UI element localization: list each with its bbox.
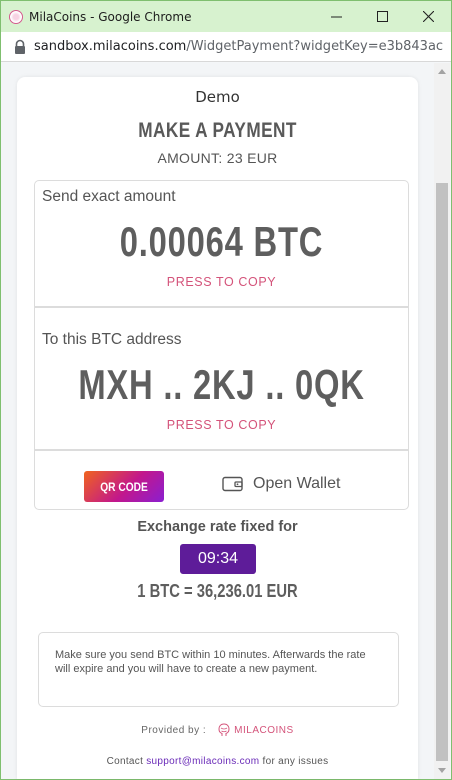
qr-code-button-label: QR CODE [100,479,148,494]
close-icon [422,11,434,22]
url-path: /WidgetPayment?widgetKey=e3b843ac... [186,39,444,54]
fiat-amount: AMOUNT: 23 EUR [157,150,278,166]
url-host: sandbox.milacoins.com [34,39,187,54]
contact-suffix: for any issues [262,756,329,767]
exchange-rate: 1 BTC = 36,236.01 EUR [137,581,298,601]
brand-name: MILACOINS [234,724,294,736]
contact-prefix: Contact [106,756,144,767]
payment-widget: Demo MAKE A PAYMENT AMOUNT: 23 EUR Send … [17,77,418,779]
provided-by: Provided by : MILACOINS [17,723,418,737]
open-wallet-label: Open Wallet [253,475,341,492]
milacoins-brain-icon [218,723,230,736]
scrollbar[interactable] [434,63,450,779]
minimize-icon [330,16,342,18]
qr-code-button[interactable]: QR CODE [84,471,164,502]
scroll-thumb[interactable] [436,183,448,761]
scroll-up-arrow-icon[interactable] [438,69,446,74]
btc-address[interactable]: MXH .. 2KJ .. 0QK [76,361,367,409]
milacoins-logo[interactable]: MILACOINS [218,723,294,737]
btc-amount[interactable]: 0.00064 BTC [76,218,367,266]
countdown-timer: 09:34 [180,544,256,574]
url-text[interactable]: sandbox.milacoins.com/WidgetPayment?widg… [34,39,444,54]
page-title: MAKE A PAYMENT [138,119,297,142]
scroll-down-arrow-icon[interactable] [438,768,446,773]
milacoins-favicon-icon [9,9,23,24]
lock-icon [15,39,25,54]
address-label: To this BTC address [42,331,182,348]
support-email-link[interactable]: support@milacoins.com [146,756,259,767]
send-amount-label: Send exact amount [42,188,176,205]
copy-amount-link[interactable]: PRESS TO COPY [35,275,408,289]
close-window-button[interactable] [405,1,451,32]
expiry-notice: Make sure you send BTC within 10 minutes… [38,632,399,707]
contact-line: Contact support@milacoins.com for any is… [17,756,418,767]
open-wallet-button[interactable]: Open Wallet [222,475,340,493]
provided-by-label: Provided by : [141,724,207,736]
title-bar: MilaCoins - Google Chrome [1,1,451,32]
divider [35,449,408,451]
rate-label: Exchange rate fixed for [137,519,298,535]
window-title: MilaCoins - Google Chrome [29,9,192,24]
divider [35,306,408,308]
wallet-icon [222,476,243,492]
minimize-button[interactable] [313,1,359,32]
maximize-button[interactable] [359,1,405,32]
maximize-icon [376,11,388,22]
copy-address-link[interactable]: PRESS TO COPY [35,418,408,432]
payment-details-box: Send exact amount 0.00064 BTC PRESS TO C… [34,180,409,510]
browser-window: MilaCoins - Google Chrome sandbox.milaco… [0,0,452,780]
address-bar[interactable]: sandbox.milacoins.com/WidgetPayment?widg… [1,32,451,62]
window-controls [313,1,451,32]
merchant-name: Demo [195,88,240,106]
